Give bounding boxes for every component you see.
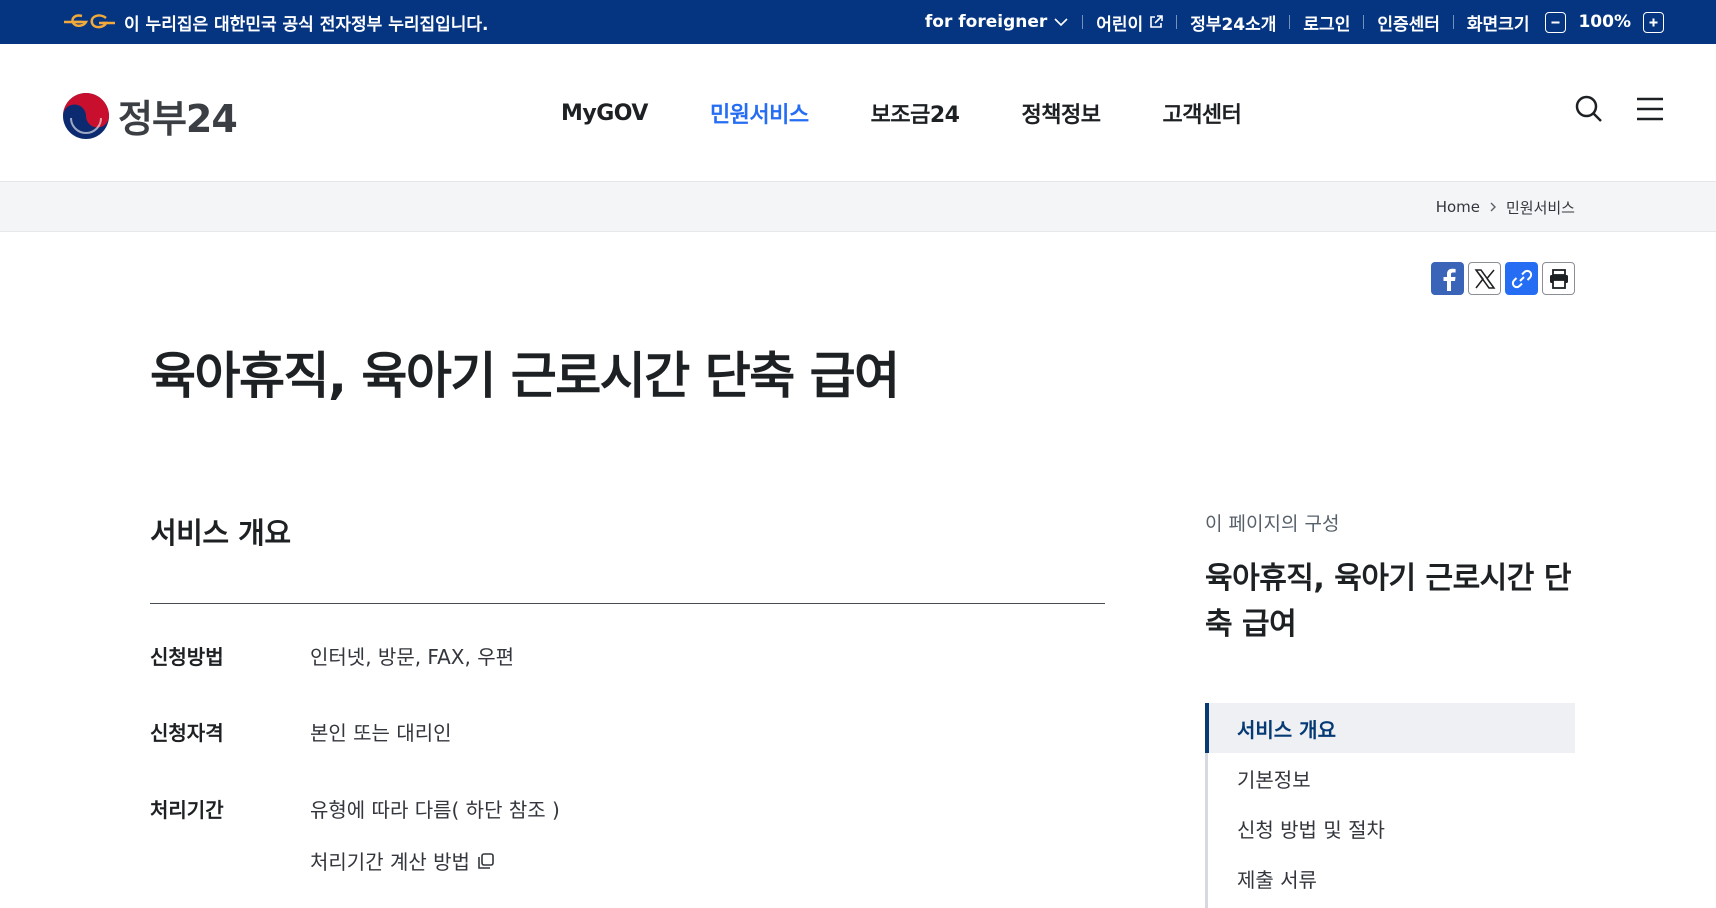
nav-civil-services[interactable]: 민원서비스 <box>710 97 809 129</box>
toc-item-overview[interactable]: 서비스 개요 <box>1205 703 1575 753</box>
breadcrumb-home[interactable]: Home <box>1436 198 1480 216</box>
info-value: 본인 또는 대리인 <box>310 721 452 745</box>
zoom-in-button[interactable] <box>1643 11 1664 33</box>
zoom-level: 100% <box>1578 12 1631 32</box>
cert-center-label: 인증센터 <box>1377 14 1440 35</box>
all-menu-button[interactable] <box>1636 96 1664 126</box>
info-row-processing-period: 처리기간 유형에 따라 다름( 하단 참조 ) <box>150 794 560 823</box>
section-heading-overview: 서비스 개요 <box>150 516 291 550</box>
divider <box>1363 15 1365 29</box>
info-label: 신청방법 <box>150 645 224 669</box>
header-tools <box>1574 94 1664 128</box>
processing-period-calc-link[interactable]: 처리기간 계산 방법 <box>310 846 496 875</box>
print-button[interactable] <box>1542 262 1575 295</box>
share-toolbar <box>1431 262 1575 295</box>
breadcrumb-bar: Home 민원서비스 <box>0 182 1716 232</box>
about-gov24-label: 정부24소개 <box>1190 14 1277 35</box>
login-label: 로그인 <box>1303 14 1351 35</box>
info-value: 유형에 따라 다름( 하단 참조 ) <box>310 798 560 822</box>
screen-size-control: 화면크기 100% <box>1467 10 1664 35</box>
login-link[interactable]: 로그인 <box>1303 10 1350 35</box>
info-label: 신청자격 <box>150 721 224 745</box>
info-row-apply-method: 신청방법 인터넷, 방문, FAX, 우편 <box>150 641 514 670</box>
popup-window-icon <box>478 852 494 869</box>
cert-center-link[interactable]: 인증센터 <box>1377 10 1440 35</box>
minus-icon <box>1551 21 1560 23</box>
toc-caption: 이 페이지의 구성 <box>1205 513 1340 535</box>
site-header: 정부24 MyGOV 민원서비스 보조금24 정책정보 고객센터 <box>0 44 1716 182</box>
divider <box>1452 15 1454 29</box>
for-foreigner-dropdown[interactable]: for foreigner <box>925 12 1069 32</box>
nav-customer-center[interactable]: 고객센터 <box>1162 97 1241 129</box>
hamburger-menu-icon <box>1637 97 1663 121</box>
section-divider <box>150 603 1105 604</box>
divider <box>1289 15 1291 29</box>
government-banner: 이 누리집은 대한민국 공식 전자정부 누리집입니다. for foreigne… <box>0 0 1716 44</box>
taegeuk-emblem-icon <box>63 92 109 139</box>
search-button[interactable] <box>1574 94 1604 128</box>
page-title: 육아휴직, 육아기 근로시간 단축 급여 <box>150 347 900 405</box>
nav-subsidy24[interactable]: 보조금24 <box>871 97 960 129</box>
print-icon <box>1549 268 1568 289</box>
toc-item-basic-info[interactable]: 기본정보 <box>1208 753 1575 803</box>
nav-policy-info[interactable]: 정책정보 <box>1021 97 1100 129</box>
official-site-notice: 이 누리집은 대한민국 공식 전자정부 누리집입니다. <box>62 0 489 44</box>
info-value: 인터넷, 방문, FAX, 우편 <box>310 645 514 669</box>
breadcrumb-current[interactable]: 민원서비스 <box>1506 197 1575 218</box>
breadcrumb: Home 민원서비스 <box>1436 182 1575 232</box>
logo-text: 정부24 <box>118 97 238 141</box>
info-label: 처리기간 <box>150 798 224 822</box>
facebook-icon <box>1443 268 1456 291</box>
external-link-icon <box>1150 15 1164 28</box>
in-page-navigation: 서비스 개요 기본정보 신청 방법 및 절차 제출 서류 <box>1205 703 1575 908</box>
info-row-eligibility: 신청자격 본인 또는 대리인 <box>150 717 452 746</box>
plus-icon <box>1649 18 1658 26</box>
copy-link-button[interactable] <box>1505 262 1538 295</box>
gov24-logo[interactable]: 정부24 <box>62 88 238 143</box>
x-twitter-icon <box>1474 268 1495 289</box>
main-navigation: MyGOV 민원서비스 보조금24 정책정보 고객센터 <box>561 44 1242 182</box>
kids-link-label: 어린이 <box>1096 14 1144 35</box>
divider <box>1082 15 1084 29</box>
x-share-button[interactable] <box>1468 262 1501 295</box>
toc-title: 육아휴직, 육아기 근로시간 단축 급여 <box>1205 561 1571 642</box>
chevron-right-icon <box>1490 202 1496 212</box>
e-government-logo-icon <box>64 14 115 29</box>
facebook-share-button[interactable] <box>1431 262 1464 295</box>
utility-menu: for foreigner 어린이 정부24소개 로그인 인증센터 화면크기 1… <box>925 0 1664 44</box>
official-site-notice-text: 이 누리집은 대한민국 공식 전자정부 누리집입니다. <box>124 14 489 35</box>
search-icon <box>1575 95 1602 122</box>
chevron-down-icon <box>1054 18 1068 27</box>
toc-item-apply-procedure[interactable]: 신청 방법 및 절차 <box>1208 803 1575 853</box>
for-foreigner-label: for foreigner <box>924 12 1048 32</box>
zoom-out-button[interactable] <box>1545 11 1567 33</box>
calc-link-label: 처리기간 계산 방법 <box>310 850 470 874</box>
nav-mygov[interactable]: MyGOV <box>561 101 648 126</box>
about-gov24-link[interactable]: 정부24소개 <box>1190 10 1276 35</box>
copy-link-icon <box>1511 269 1532 288</box>
screen-size-label: 화면크기 <box>1466 14 1530 35</box>
toc-item-documents[interactable]: 제출 서류 <box>1208 853 1575 903</box>
divider <box>1176 15 1178 29</box>
kids-link[interactable]: 어린이 <box>1096 10 1164 35</box>
